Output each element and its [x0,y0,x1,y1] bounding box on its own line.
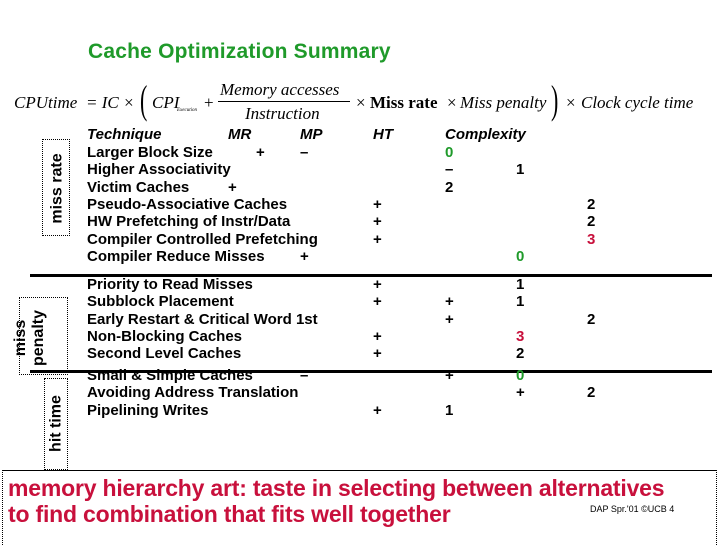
formula-clock-cycle-time: Clock cycle time [581,93,694,112]
complexity-value: 1 [516,293,525,311]
formula-cpi: CPI [152,93,180,112]
header-technique: Technique [87,126,162,143]
technique-name: Early Restart & Critical Word 1st [87,310,318,328]
technique-name: Subblock Placement [87,293,234,311]
ht-effect: + [373,401,382,419]
slide-footer: DAP Spr.'01 ©UCB 4 [590,504,675,514]
technique-name: Pseudo-Associative Caches [87,195,288,213]
complexity-value: 0 [445,144,454,161]
formula-close-paren: ) [550,77,559,122]
mp-effect: + [373,276,382,293]
complexity-value: 3 [587,230,596,248]
formula-times-1: × [356,93,366,112]
mr-effect: + [228,178,237,196]
technique-name: Non-Blocking Caches [87,327,243,345]
miss-penalty-label: miss penalty [12,305,48,371]
technique-name: Victim Caches [87,178,190,196]
formula-fraction-line [218,101,350,102]
technique-name: Pipelining Writes [87,401,209,419]
miss-penalty-label-line1: miss [12,319,29,357]
formula-denominator: Instruction [245,104,320,123]
ht-effect: + [516,384,525,402]
technique-name: Second Level Caches [87,345,242,363]
mr-effect: + [373,213,382,231]
technique-name: Priority to Read Misses [87,276,253,293]
mp-effect: + [373,327,382,345]
formula-ic: = IC × [86,93,135,112]
miss-rate-label: miss rate [48,153,66,224]
complexity-value: 0 [516,367,525,384]
header-ht: HT [373,126,393,143]
technique-name: Larger Block Size [87,144,213,161]
technique-name: Small & Simple Caches [87,367,253,384]
complexity-value: 3 [516,327,525,345]
mr-effect: – [300,367,309,384]
hit-time-label-box: hit time [44,378,68,470]
formula-numerator: Memory accesses [220,80,340,99]
header-mr: MR [228,126,252,143]
formula-miss-rate: Miss rate [370,93,438,112]
complexity-value: 2 [587,310,596,328]
formula-miss-penalty: Miss penalty [460,93,547,112]
miss-penalty-label-line2: penalty [30,310,47,367]
technique-name: HW Prefetching of Instr/Data [87,213,291,231]
ht-effect: + [445,310,454,328]
formula-eq: = IC × [86,93,134,113]
mr-effect: + [256,144,265,161]
formula-plus: + [204,93,214,112]
complexity-value: 2 [587,195,596,213]
technique-name: Compiler Reduce Misses [87,247,265,265]
ht-effect: + [445,367,454,384]
complexity-value: 1 [445,401,454,419]
ht-effect: + [445,293,454,311]
mp-effect: + [373,345,382,363]
mr-effect: + [300,247,309,265]
ht-effect: – [445,161,454,179]
complexity-value: 2 [516,345,525,363]
technique-name: Compiler Controlled Prefetching [87,230,318,248]
miss-rate-label-box: miss rate [42,139,70,236]
miss-penalty-label-box: miss penalty [12,297,68,375]
complexity-value: 2 [587,384,596,402]
complexity-value: 1 [516,276,525,293]
complexity-value: 2 [445,178,454,196]
header-mp: MP [300,126,323,143]
technique-name: Higher Associativity [87,161,231,179]
conclusion-line-2: to find combination that fits well toget… [8,501,451,527]
formula-times-2: × [447,93,457,112]
complexity-value: 2 [587,213,596,231]
slide-title: Cache Optimization Summary [88,40,391,63]
hit-time-label: hit time [47,395,65,452]
formula-open-paren: ( [139,77,148,122]
mr-effect: + [373,195,382,213]
formula-lhs: CPUtime [14,93,78,112]
formula-cpi-sub: Execution [177,108,197,113]
mp-effect: – [300,144,309,161]
technique-name: Avoiding Address Translation [87,384,299,402]
header-complexity: Complexity [445,126,526,143]
complexity-value: 0 [516,247,525,265]
formula-times-3: × [566,93,576,112]
mp-effect: + [373,293,382,311]
complexity-value: 1 [516,161,525,179]
conclusion-line-1: memory hierarchy art: taste in selecting… [8,475,665,501]
mr-effect: + [373,230,382,248]
